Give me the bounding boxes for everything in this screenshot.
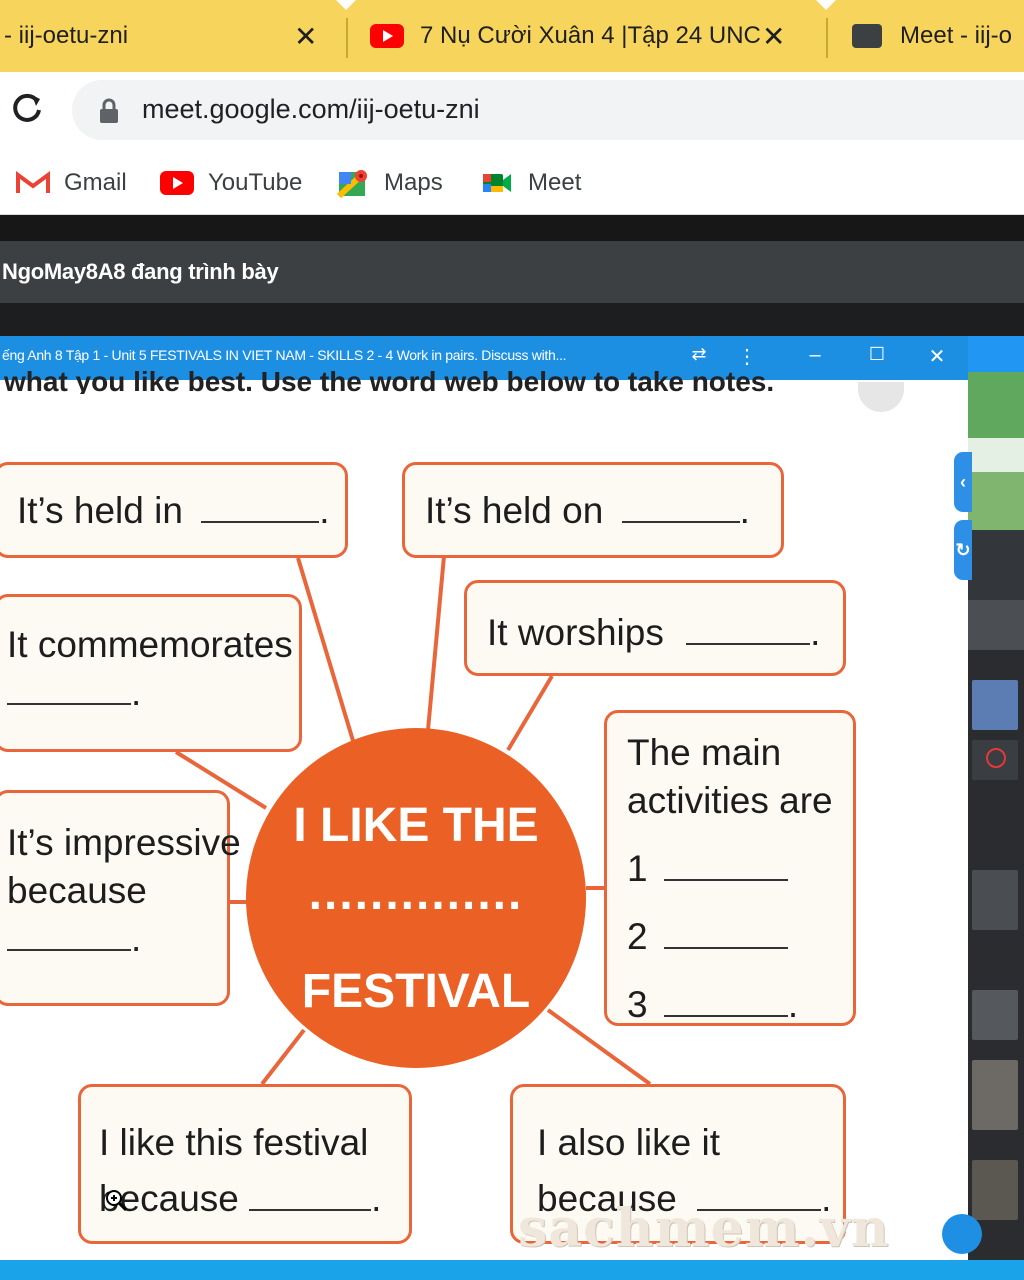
participant-tile[interactable] (972, 1060, 1018, 1130)
tab-separator (346, 18, 348, 58)
tab-notch (816, 0, 836, 10)
box-impressive: It’s impressive because . (0, 790, 241, 1006)
address-bar: meet.google.com/iij-oetu-zni (0, 72, 1024, 152)
tab-title: Meet - iij-o (900, 22, 1013, 49)
minimize-button[interactable]: – (802, 344, 828, 367)
box-text: It worships (487, 612, 664, 653)
box-end: . (787, 984, 799, 1025)
box-text: It’s held on (425, 490, 604, 531)
box-text: It commemorates (7, 624, 293, 665)
tab-title: - iij-oetu-zni (4, 22, 129, 49)
participant-tile[interactable] (968, 472, 1024, 530)
tab-youtube[interactable]: 7 Nụ Cười Xuân 4 |Tập 24 UNCU ✕ (370, 0, 816, 72)
box-text: I like this festival (99, 1122, 369, 1163)
participant-tile[interactable] (972, 990, 1018, 1040)
lock-icon[interactable] (98, 98, 120, 124)
box-text: activities are (627, 780, 833, 821)
bookmark-maps[interactable]: Maps (336, 160, 443, 206)
participant-tile[interactable] (972, 680, 1018, 730)
box-end: . (131, 918, 142, 959)
record-icon (986, 748, 1006, 768)
box-activities: The main activities are 1 2 3 . (604, 710, 856, 1026)
participant-tile[interactable] (972, 870, 1018, 930)
box-end: . (371, 1178, 382, 1219)
bookmark-gmail[interactable]: Gmail (16, 160, 127, 206)
box-end: . (131, 672, 142, 713)
side-panel-header (968, 336, 1024, 372)
tab-meet-iij[interactable]: - iij-oetu-zni ✕ (4, 0, 340, 72)
meet-top-bar (0, 215, 1024, 241)
answer-blank (249, 1177, 372, 1211)
presenting-banner: NgoMay8A8 đang trình bày (0, 241, 1024, 303)
box-commemorates: It commemorates . (0, 594, 302, 752)
box-held-on: It’s held on . (402, 462, 784, 558)
hub-line-2: .............. (308, 867, 524, 920)
participant-tile[interactable] (968, 372, 1024, 438)
youtube-icon (370, 24, 404, 48)
box-text: It’s held in (17, 490, 183, 531)
meet-icon (480, 170, 514, 196)
box-text: It’s impressive (7, 822, 241, 863)
participant-tile[interactable] (968, 530, 1024, 600)
bookmark-label: YouTube (208, 169, 303, 196)
close-button[interactable]: ✕ (924, 344, 950, 369)
bookmark-youtube[interactable]: YouTube (160, 160, 302, 206)
watermark: sachmem.vn (518, 1198, 890, 1259)
answer-blank (7, 917, 131, 951)
bookmarks-bar: Gmail YouTube Maps Meet (0, 152, 1024, 215)
maximize-button[interactable]: ☐ (864, 344, 890, 365)
participant-tile[interactable] (972, 740, 1018, 780)
tab-meet[interactable]: Meet - iij-o (852, 0, 1024, 72)
presenter-text: NgoMay8A8 đang trình bày (2, 259, 279, 284)
bookmark-label: Meet (528, 169, 582, 196)
answer-blank (621, 489, 740, 523)
bookmark-label: Gmail (64, 169, 127, 196)
answer-blank (663, 983, 788, 1017)
box-end: . (810, 612, 821, 653)
box-held-in: It’s held in . (0, 462, 348, 558)
reload-icon[interactable] (10, 90, 46, 126)
box-text: I also like it (537, 1122, 721, 1163)
box-like-festival: I like this festival because . (78, 1084, 412, 1244)
presented-window-title: ếng Anh 8 Tập 1 - Unit 5 FESTIVALS IN VI… (2, 347, 567, 363)
sync-icon[interactable]: ↻ (954, 520, 972, 580)
list-number: 1 (627, 848, 648, 889)
gmail-icon (16, 170, 50, 196)
participant-tile[interactable] (968, 600, 1024, 650)
answer-blank (663, 847, 788, 881)
participant-tile[interactable] (968, 438, 1024, 472)
close-icon[interactable]: ✕ (762, 20, 785, 53)
tab-separator (826, 18, 828, 58)
collapse-panel-icon[interactable]: ‹ (954, 452, 972, 512)
list-number: 2 (627, 916, 648, 957)
answer-blank (7, 671, 131, 705)
zoom-cursor-icon (104, 1188, 128, 1212)
answer-blank (686, 611, 811, 645)
translate-icon[interactable]: ⇄ (686, 344, 712, 365)
hub-line-3: FESTIVAL (301, 965, 531, 1018)
box-end: . (319, 490, 330, 531)
participant-tile[interactable] (972, 1160, 1018, 1220)
chat-bubble-icon[interactable] (942, 1214, 982, 1254)
bookmark-label: Maps (384, 169, 443, 196)
box-text: because (7, 870, 147, 911)
box-end: . (739, 490, 750, 531)
tab-title: 7 Nụ Cười Xuân 4 |Tập 24 UNCU (420, 22, 762, 49)
answer-blank (201, 489, 320, 523)
youtube-icon (160, 170, 194, 196)
box-worships: It worships . (464, 580, 846, 676)
hub-line-1: I LIKE THE (293, 799, 539, 852)
list-number: 3 (627, 984, 648, 1025)
bookmark-meet[interactable]: Meet (480, 160, 581, 206)
close-icon[interactable]: ✕ (294, 20, 317, 53)
meet-tab-icon (852, 24, 882, 48)
answer-blank (663, 915, 788, 949)
url-text[interactable]: meet.google.com/iij-oetu-zni (142, 94, 480, 125)
taskbar (0, 1260, 1024, 1280)
box-text: The main (627, 732, 782, 773)
maps-icon (336, 169, 370, 198)
festival-hub: I LIKE THE .............. FESTIVAL (246, 728, 586, 1068)
